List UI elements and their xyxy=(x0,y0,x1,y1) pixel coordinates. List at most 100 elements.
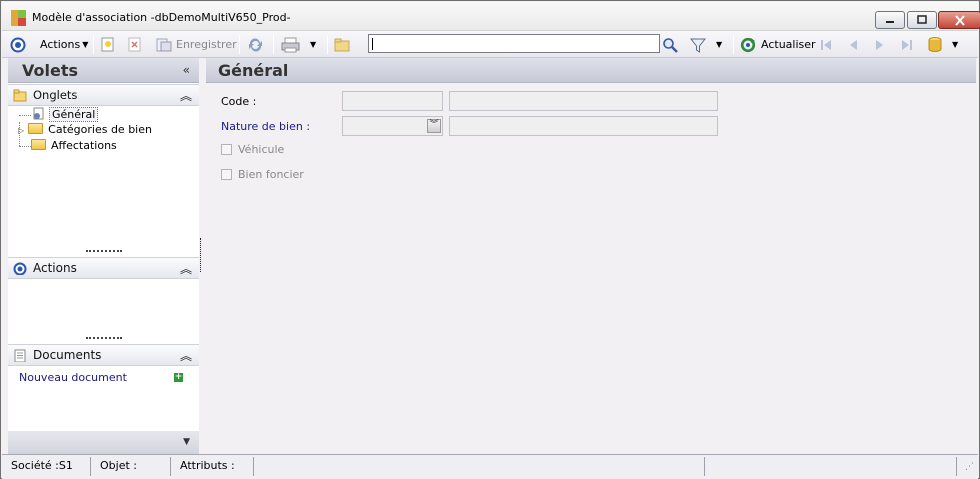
next-record-icon xyxy=(876,39,883,50)
text-caret xyxy=(372,38,373,50)
bien-foncier-label: Bien foncier xyxy=(238,168,304,181)
database-icon xyxy=(928,37,942,52)
app-icon xyxy=(11,10,26,26)
minimize-button[interactable] xyxy=(875,11,905,29)
collapse-section-icon[interactable]: ︽ xyxy=(180,347,192,364)
gear-document-icon xyxy=(33,107,44,120)
status-empty-2 xyxy=(705,457,957,476)
sidebar-header: Volets « xyxy=(8,58,199,83)
new-document-icon xyxy=(101,37,114,52)
chevron-down-icon: ▼ xyxy=(716,40,723,49)
sidebar-title: Volets xyxy=(22,61,79,80)
last-record-icon xyxy=(902,39,912,50)
toolbar: Actions ▼ Enregistrer ▼ ▼ Actualiser ▼ xyxy=(2,31,978,58)
chevron-double-down-icon[interactable]: ︾ xyxy=(427,119,441,133)
document-icon xyxy=(14,349,26,362)
search-button[interactable] xyxy=(662,35,679,54)
refresh-label: Actualiser xyxy=(761,38,816,51)
folder-icon xyxy=(31,139,46,150)
folder-icon xyxy=(28,123,44,134)
new-button[interactable] xyxy=(101,35,115,54)
documents-title: Documents xyxy=(33,348,102,362)
sidebar-footer: ▼ xyxy=(8,431,199,454)
code-field[interactable] xyxy=(342,91,443,111)
printer-icon xyxy=(281,37,300,52)
previous-record-button[interactable] xyxy=(845,35,861,54)
sidebar-panel: Volets « Onglets ︽ Général ▷ Catégories d… xyxy=(8,58,199,454)
resize-grip-icon[interactable]: ⋰ xyxy=(965,462,975,474)
actions-menu-label: Actions xyxy=(40,38,81,51)
sync-button[interactable] xyxy=(247,35,264,54)
tab-affectations-label: Affectations xyxy=(51,139,117,152)
previous-record-icon xyxy=(850,39,857,50)
tab-general-label: Général xyxy=(49,107,99,122)
collapse-section-icon[interactable]: ︽ xyxy=(180,260,192,277)
actions-circle-icon xyxy=(13,262,27,275)
toolbar-separator xyxy=(327,35,328,54)
filter-button[interactable]: ▼ xyxy=(690,35,722,54)
tab-categories-label: Catégories de bien xyxy=(48,123,152,136)
first-record-button[interactable] xyxy=(818,35,834,54)
collapse-sidebar-icon[interactable]: « xyxy=(183,63,190,77)
search-input[interactable] xyxy=(368,34,660,53)
main-header: Général xyxy=(206,58,976,83)
toolbar-separator xyxy=(733,35,734,54)
folder-icon xyxy=(13,89,27,102)
close-button[interactable] xyxy=(938,11,980,29)
folder-icon xyxy=(334,38,350,51)
add-icon[interactable]: + xyxy=(174,373,183,382)
tab-affectations[interactable]: Affectations xyxy=(19,139,117,153)
save-button[interactable]: Enregistrer xyxy=(156,35,237,54)
chevron-down-icon: ▼ xyxy=(82,40,89,49)
title-bar: Modèle d'association -dbDemoMultiV650_Pr… xyxy=(2,2,980,31)
toolbar-separator xyxy=(273,35,274,54)
documents-section-header[interactable]: Documents ︽ xyxy=(8,344,199,366)
main-panel: Général Code : Nature de bien : ︾ Véhicu… xyxy=(206,58,976,454)
sync-icon xyxy=(249,37,262,52)
nature-description-field[interactable] xyxy=(449,116,718,136)
refresh-icon xyxy=(740,37,756,52)
database-button[interactable]: ▼ xyxy=(927,35,958,54)
onglets-section-header[interactable]: Onglets ︽ xyxy=(8,84,199,106)
open-folder-button[interactable] xyxy=(334,35,350,54)
status-empty-1 xyxy=(254,457,705,476)
minimize-icon xyxy=(886,21,894,23)
window-title: Modèle d'association -dbDemoMultiV650_Pr… xyxy=(32,11,291,24)
refresh-button[interactable]: Actualiser xyxy=(740,35,816,54)
actions-title: Actions xyxy=(33,261,77,275)
code-description-field[interactable] xyxy=(449,91,718,111)
page-title: Général xyxy=(218,61,289,80)
onglets-title: Onglets xyxy=(33,88,78,102)
status-bar: Société :S1 Objet : Attributs : ⋰ xyxy=(2,454,978,479)
bien-foncier-checkbox[interactable] xyxy=(221,169,232,180)
maximize-icon xyxy=(917,15,927,24)
chevron-down-icon: ▼ xyxy=(952,40,959,49)
delete-icon xyxy=(128,37,141,52)
save-icon xyxy=(156,38,172,52)
print-button[interactable]: ▼ xyxy=(281,35,316,54)
actions-section-header[interactable]: Actions ︽ xyxy=(8,257,199,279)
tab-general[interactable]: Général xyxy=(19,107,99,122)
last-record-button[interactable] xyxy=(899,35,915,54)
new-document-link[interactable]: Nouveau document xyxy=(19,371,127,384)
next-record-button[interactable] xyxy=(872,35,888,54)
search-icon xyxy=(663,37,678,53)
section-resize-grip[interactable] xyxy=(86,337,122,339)
maximize-button[interactable] xyxy=(907,11,937,29)
toolbar-separator xyxy=(93,35,94,54)
nature-label: Nature de bien : xyxy=(221,120,311,133)
chevron-down-icon[interactable]: ▼ xyxy=(183,437,190,447)
delete-button[interactable] xyxy=(128,35,142,54)
vehicule-label: Véhicule xyxy=(238,143,285,156)
section-resize-grip[interactable] xyxy=(86,250,122,252)
close-icon xyxy=(954,14,965,26)
panel-splitter[interactable] xyxy=(200,238,202,272)
status-societe: Société :S1 xyxy=(2,457,91,476)
save-label: Enregistrer xyxy=(176,38,237,51)
actions-menu-button[interactable]: Actions ▼ xyxy=(40,35,88,54)
tab-categories[interactable]: ▷ Catégories de bien xyxy=(18,123,152,137)
vehicule-checkbox[interactable] xyxy=(221,144,232,155)
nature-combo[interactable]: ︾ xyxy=(342,116,443,136)
collapse-section-icon[interactable]: ︽ xyxy=(180,87,192,104)
app-window: Modèle d'association -dbDemoMultiV650_Pr… xyxy=(0,0,980,479)
